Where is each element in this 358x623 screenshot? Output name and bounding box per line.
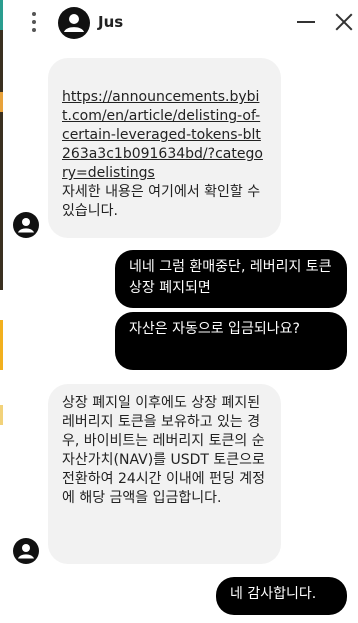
incoming-message-bubble: https://announcements.bybit.com/en/artic… <box>48 58 281 238</box>
agent-avatar-icon <box>13 212 39 238</box>
message-text: 상장 폐지일 이후에도 상장 폐지된 레버리지 토큰을 보유하고 있는 경우, … <box>62 395 266 506</box>
minimize-icon[interactable] <box>294 10 318 34</box>
window-edge <box>0 0 3 623</box>
outgoing-message-bubble: 네네 그럼 환매중단, 레버리지 토큰 상장 폐지되면 <box>115 250 347 308</box>
message-text: 네네 그럼 환매중단, 레버리지 토큰 상장 폐지되면 <box>129 259 332 296</box>
message-text: 자산은 자동으로 입금되나요? <box>129 321 300 337</box>
message-text: 자세한 내용은 여기에서 확인할 수 있습니다. <box>62 184 261 219</box>
kebab-menu-icon[interactable] <box>24 10 44 36</box>
incoming-message-bubble: 상장 폐지일 이후에도 상장 폐지된 레버리지 토큰을 보유하고 있는 경우, … <box>48 384 281 564</box>
agent-avatar-icon <box>13 538 39 564</box>
close-icon[interactable] <box>332 10 356 34</box>
chat-header: Jus <box>0 0 358 46</box>
outgoing-message-bubble: 네 감사합니다. <box>216 577 347 615</box>
message-text: 네 감사합니다. <box>230 586 317 602</box>
contact-name: Jus <box>98 13 124 31</box>
announcement-link[interactable]: https://announcements.bybit.com/en/artic… <box>62 88 267 183</box>
user-avatar-icon[interactable] <box>58 7 90 39</box>
outgoing-message-bubble: 자산은 자동으로 입금되나요? <box>115 312 347 370</box>
